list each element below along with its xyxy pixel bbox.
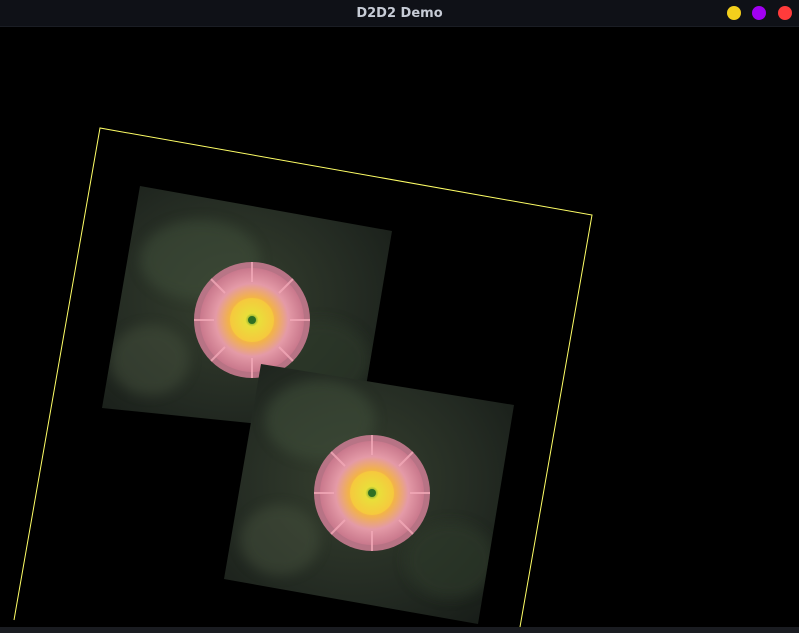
scene-canvas	[13, 127, 593, 628]
window-title: D2D2 Demo	[356, 6, 443, 21]
pink-flower-icon	[194, 262, 310, 378]
pink-flower-icon	[314, 435, 430, 551]
minimize-button[interactable]	[727, 6, 741, 20]
render-viewport[interactable]	[0, 27, 799, 628]
maximize-button[interactable]	[752, 6, 766, 20]
window-bottom-bar	[0, 627, 799, 633]
flower-sprite-2[interactable]	[224, 364, 514, 624]
close-button[interactable]	[778, 6, 792, 20]
window-titlebar[interactable]: D2D2 Demo	[0, 0, 799, 27]
